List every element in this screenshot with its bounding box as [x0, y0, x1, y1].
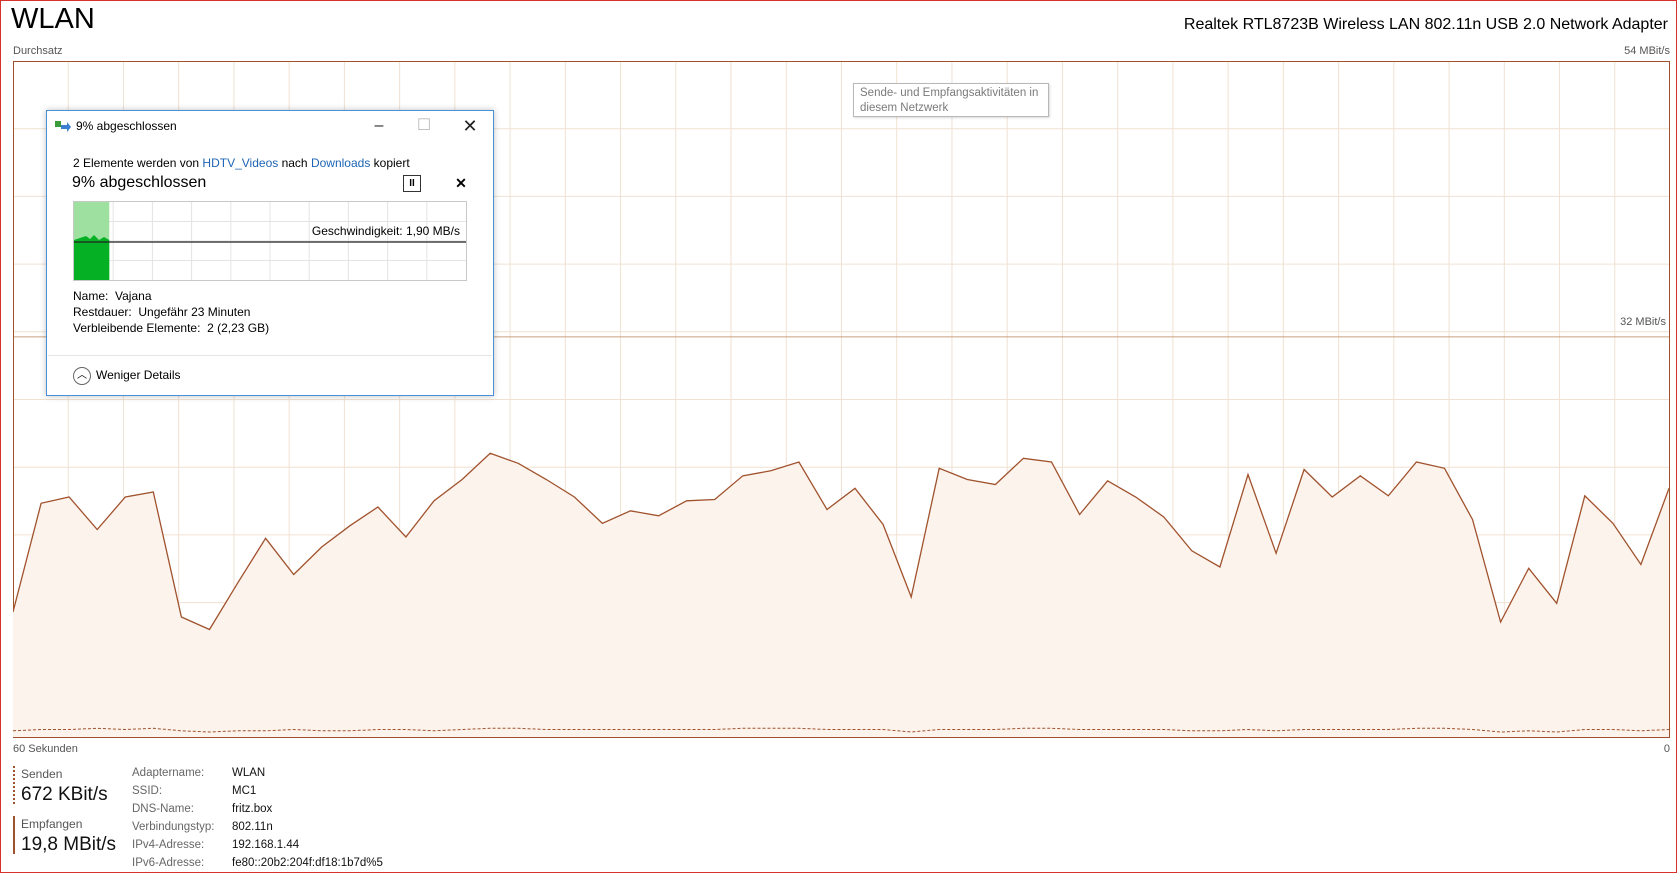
info-name: Name: Vajana	[73, 289, 152, 303]
info-name-key: Name:	[73, 289, 109, 303]
send-label: Senden	[21, 767, 63, 781]
send-value: 672 KBit/s	[21, 784, 108, 805]
prop-key: DNS-Name:	[132, 803, 194, 815]
prop-value: MC1	[232, 785, 257, 797]
speed-label: Geschwindigkeit: 1,90 MB/s	[312, 224, 460, 238]
throughput-label: Durchsatz	[13, 45, 63, 57]
minimize-button[interactable]: –	[364, 115, 394, 137]
source-folder-link[interactable]: HDTV_Videos	[202, 156, 278, 170]
info-remaining-value: 2 (2,23 GB)	[207, 321, 270, 335]
dialog-titlebar[interactable]: 9% abgeschlossen – ☐ ✕	[47, 111, 493, 141]
maximize-button: ☐	[416, 117, 432, 134]
info-remaining-key: Verbleibende Elemente:	[73, 321, 201, 335]
send-indicator	[13, 766, 15, 804]
prop-key: SSID:	[132, 785, 163, 797]
copy-file-icon	[55, 121, 71, 132]
prop-value: fe80::20b2:204f:df18:1b7d%5	[232, 857, 383, 869]
close-button[interactable]: ✕	[455, 115, 485, 137]
copy-progress-dialog: 9% abgeschlossen – ☐ ✕ 2 Elemente werden…	[46, 110, 494, 396]
receive-indicator	[13, 816, 15, 854]
pause-button[interactable]: II	[403, 175, 421, 192]
chevron-up-icon: ︿	[73, 367, 91, 385]
copy-desc-prefix: 2 Elemente werden von	[73, 156, 203, 170]
prop-value: fritz.box	[232, 803, 273, 815]
max-scale-label: 54 MBit/s	[1624, 45, 1670, 57]
prop-value: WLAN	[232, 767, 266, 779]
receive-value: 19,8 MBit/s	[21, 834, 117, 855]
prop-value: 802.11n	[232, 821, 273, 833]
adapter-name: Realtek RTL8723B Wireless LAN 802.11n US…	[1183, 16, 1668, 33]
page-title: WLAN	[11, 3, 95, 35]
info-remaining-time: Restdauer: Ungefähr 23 Minuten	[73, 305, 250, 319]
info-rest-value: Ungefähr 23 Minuten	[138, 305, 251, 319]
prop-value: 192.168.1.44	[232, 839, 300, 851]
percent-complete: 9% abgeschlossen	[72, 174, 207, 191]
receive-label: Empfangen	[21, 817, 83, 831]
copy-desc-suffix: kopiert	[370, 156, 410, 170]
mid-scale-label: 32 MBit/s	[1620, 316, 1666, 328]
prop-key: IPv6-Adresse:	[132, 857, 205, 869]
prop-key: IPv4-Adresse:	[132, 839, 205, 851]
less-details-label: Weniger Details	[96, 368, 181, 383]
transfer-speed-chart: Geschwindigkeit: 1,90 MB/s	[73, 201, 467, 281]
info-remaining-items: Verbleibende Elemente: 2 (2,23 GB)	[73, 321, 269, 335]
time-span-label: 60 Sekunden	[13, 743, 78, 755]
copy-desc-mid: nach	[278, 156, 311, 170]
graph-tooltip: Sende- und Empfangsaktivitäten in diesem…	[853, 83, 1049, 117]
info-name-value: Vajana	[115, 289, 152, 303]
info-rest-key: Restdauer:	[73, 305, 132, 319]
zero-label: 0	[1663, 743, 1670, 755]
cancel-copy-button[interactable]: ✕	[452, 174, 470, 192]
dialog-title: 9% abgeschlossen	[76, 119, 177, 133]
destination-folder-link[interactable]: Downloads	[311, 156, 370, 170]
dialog-divider	[48, 355, 492, 356]
prop-key: Adaptername:	[132, 767, 205, 779]
prop-key: Verbindungstyp:	[132, 821, 215, 833]
copy-description: 2 Elemente werden von HDTV_Videos nach D…	[73, 156, 410, 170]
less-details-toggle[interactable]: ︿ Weniger Details	[73, 367, 180, 385]
